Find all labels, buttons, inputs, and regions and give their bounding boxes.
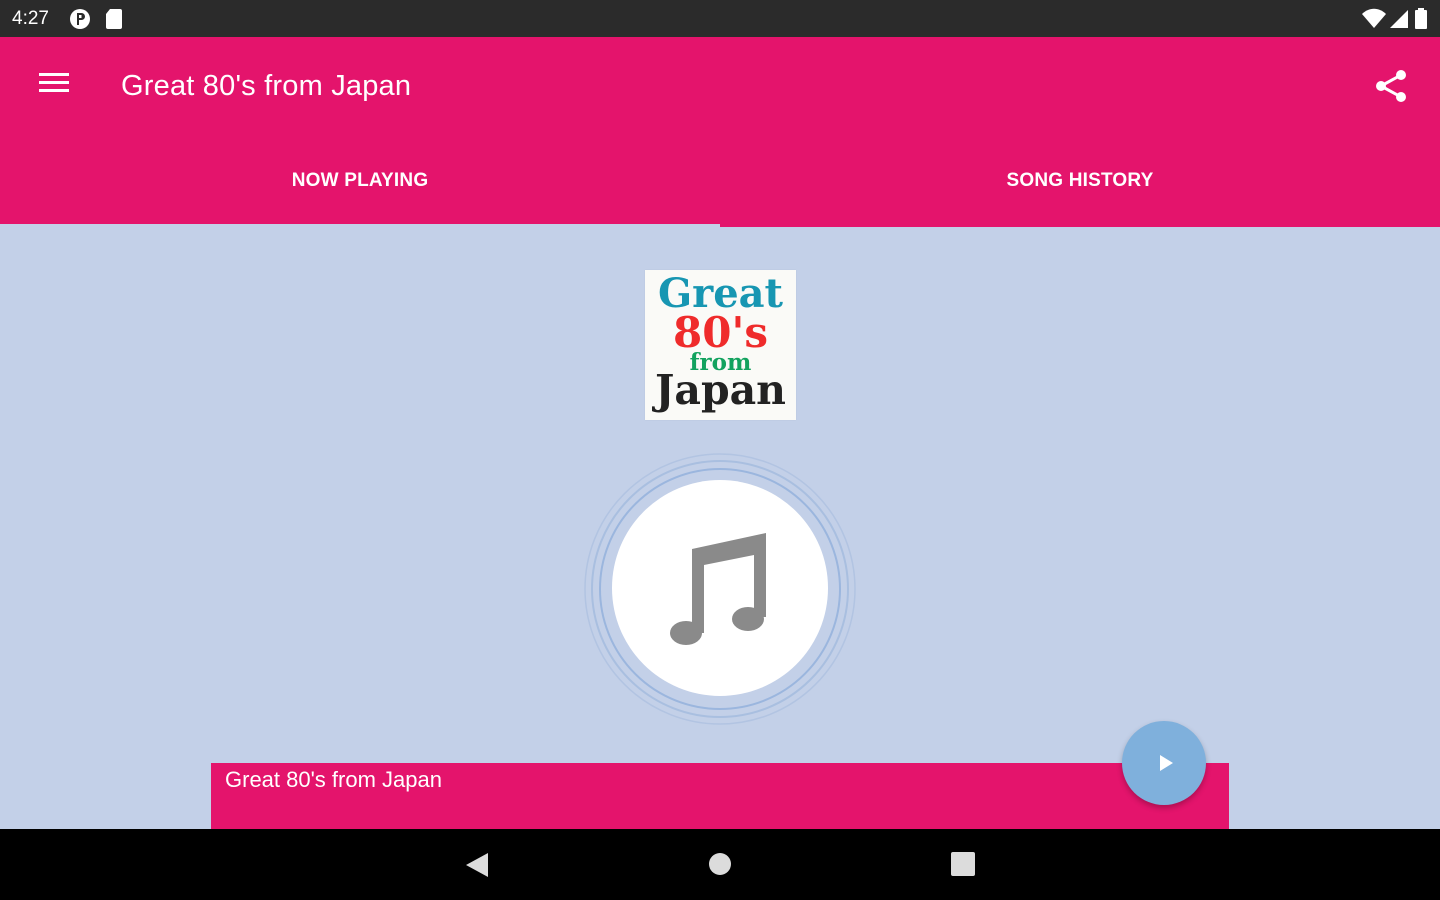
- recents-icon[interactable]: [945, 847, 981, 883]
- music-note-icon: [664, 529, 774, 649]
- tab-song-history-label: SONG HISTORY: [1006, 170, 1154, 191]
- status-bar: 4:27: [0, 0, 1440, 37]
- play-icon: [1156, 753, 1176, 778]
- notification-p-icon: [68, 8, 90, 29]
- tab-now-playing-label: NOW PLAYING: [291, 170, 429, 191]
- tab-song-history[interactable]: SONG HISTORY: [720, 157, 1440, 227]
- logo-line-japan: Japan: [654, 366, 786, 414]
- tab-now-playing[interactable]: NOW PLAYING: [0, 157, 720, 227]
- battery-icon: [1414, 8, 1434, 29]
- cell-signal-icon: [1388, 8, 1408, 28]
- play-button[interactable]: [1122, 721, 1206, 805]
- player-bar[interactable]: Great 80's from Japan: [211, 763, 1229, 829]
- player-station-title: Great 80's from Japan: [225, 767, 442, 792]
- status-time: 4:27: [12, 8, 49, 29]
- wifi-icon: [1362, 8, 1386, 28]
- tab-indicator: [0, 224, 720, 228]
- artwork-disc: [580, 449, 860, 729]
- home-icon[interactable]: [702, 847, 738, 883]
- share-icon[interactable]: [1372, 66, 1412, 106]
- sd-card-icon: [105, 8, 125, 29]
- station-logo: Great 80's from Japan: [645, 270, 796, 420]
- app-title: Great 80's from Japan: [121, 70, 412, 102]
- system-nav-bar: [0, 829, 1440, 900]
- hamburger-menu-icon[interactable]: [34, 68, 74, 102]
- back-icon[interactable]: [460, 847, 496, 883]
